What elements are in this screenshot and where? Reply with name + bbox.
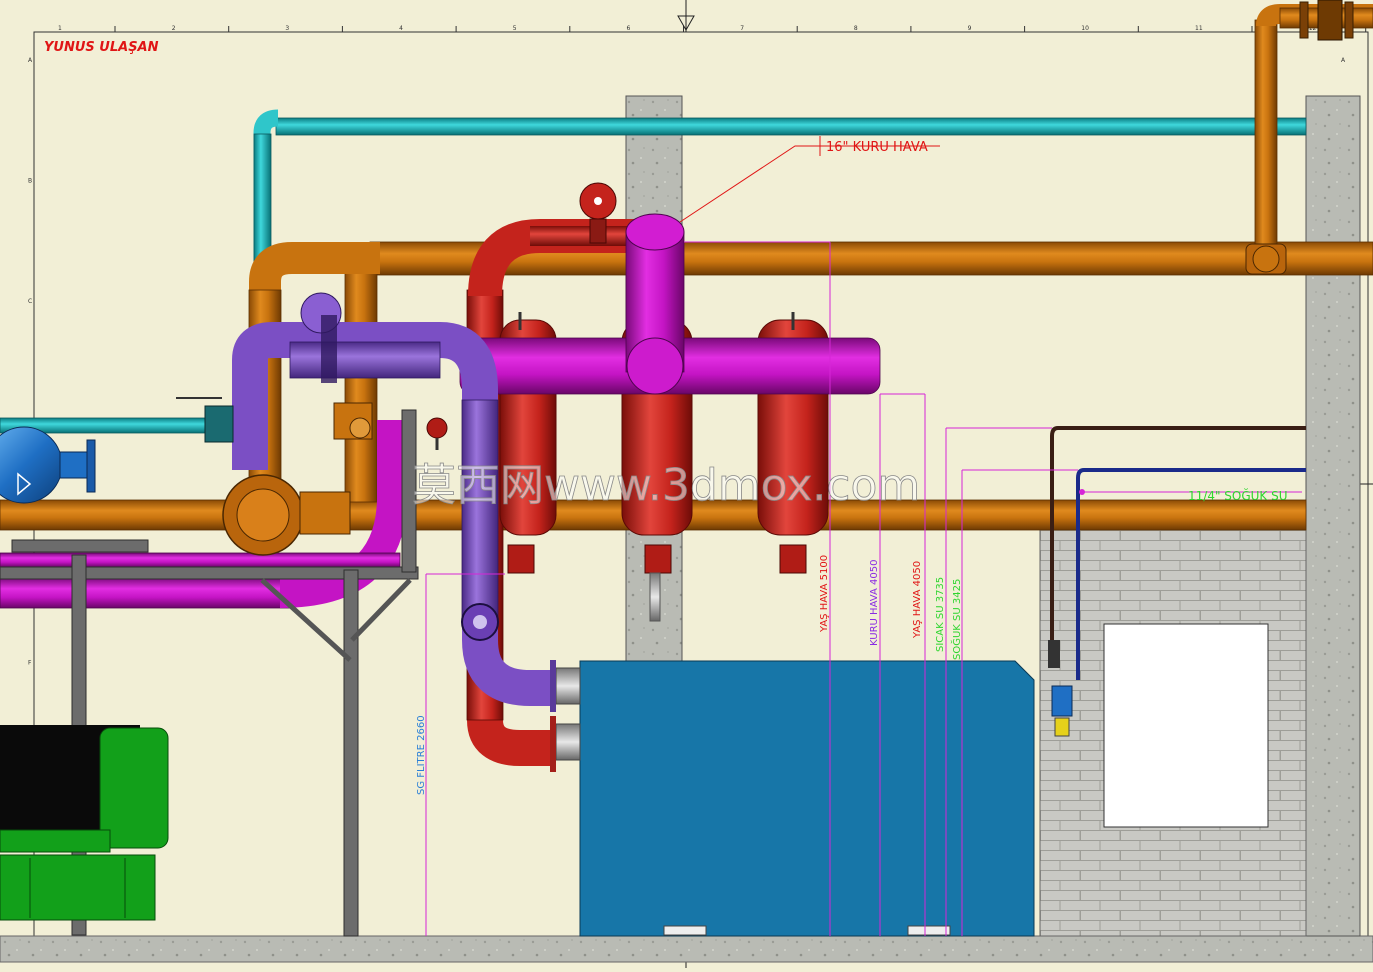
piping-layout-drawing: 123456789101112 123456789101112 AABBCCDD…: [0, 0, 1373, 968]
dimension-wet-air-5100: YAŞ HAVA 5100: [819, 555, 830, 633]
author-label: YUNUS ULAŞAN: [44, 40, 159, 55]
ruler-number: 11: [1195, 25, 1203, 32]
wall-opening: [1103, 623, 1269, 828]
ruler-number: 4: [399, 25, 403, 32]
floor-slab: [0, 935, 1373, 963]
ruler-number: 8: [854, 25, 858, 32]
green-chiller-unit: [0, 725, 169, 921]
ruler-number: 10: [1081, 25, 1089, 32]
ruler-letter: F: [28, 660, 32, 667]
dimension-sg-filter: SG FLITRE 2660: [416, 715, 427, 795]
ruler-number: 2: [172, 25, 176, 32]
ruler-number: 9: [968, 25, 972, 32]
dimension-hot-water-3735: SICAK SU 3735: [935, 577, 946, 652]
ruler-number: 5: [513, 25, 517, 32]
cad-drawing-canvas: 123456789101112 123456789101112 AABBCCDD…: [0, 0, 1373, 968]
watermark-text: 莫西网www.3dmox.com: [412, 460, 920, 511]
blue-storage-tank: [550, 660, 1035, 937]
ruler-number: 3: [285, 25, 289, 32]
callout-dry-air-16: 16" KURU HAVA: [826, 140, 928, 155]
dimension-cold-water-3425: SOĞUK SU 3425: [950, 579, 963, 660]
concrete-column-right: [1305, 95, 1361, 937]
ruler-letter: C: [28, 298, 32, 305]
dimension-dry-air-4050: KURU HAVA 4050: [869, 560, 880, 646]
ruler-letter: B: [28, 178, 32, 185]
ruler-number: 1: [58, 25, 62, 32]
callout-cold-water-114: 11/4" SOĞUK SU: [1188, 488, 1288, 503]
dimension-wet-air-4050: YAŞ HAVA 4050: [912, 561, 923, 639]
ruler-number: 6: [627, 25, 631, 32]
ruler-number: 7: [740, 25, 744, 32]
